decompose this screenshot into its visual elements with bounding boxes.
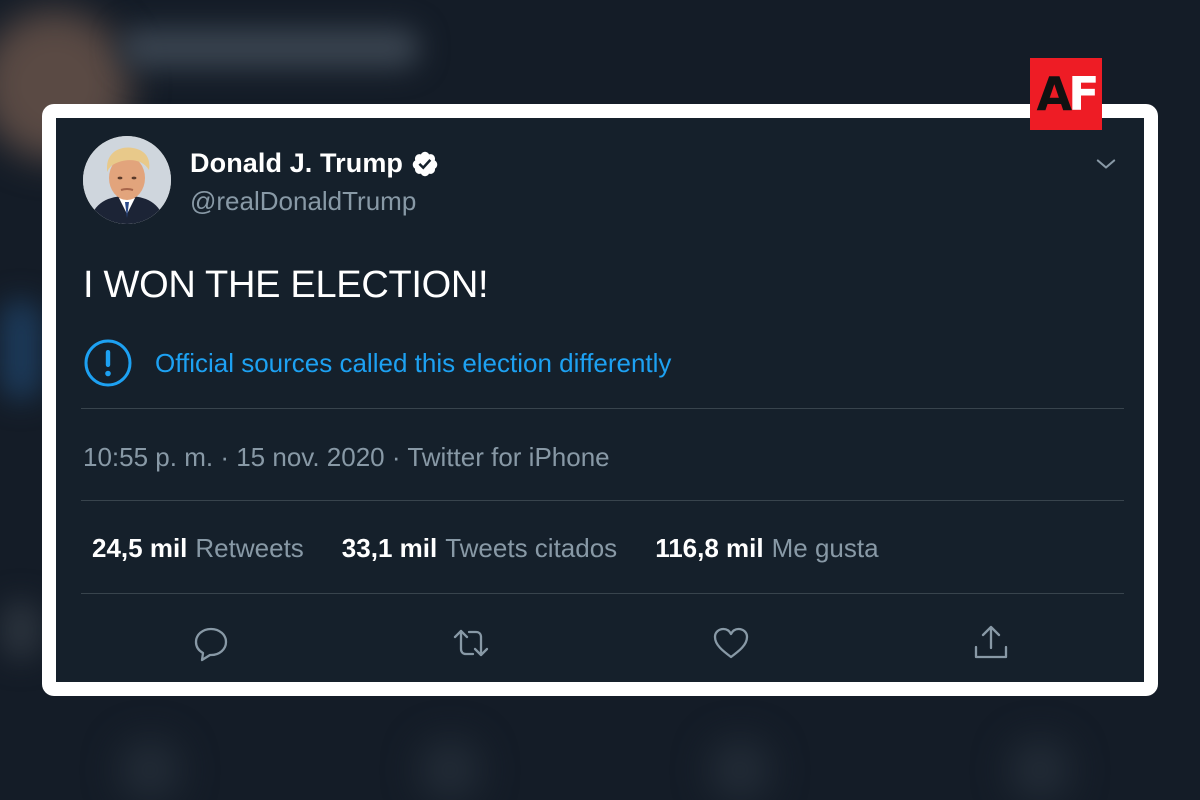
logo-letter-f: F: [1068, 67, 1100, 121]
like-button[interactable]: [711, 623, 751, 663]
election-notice[interactable]: Official sources called this election di…: [83, 338, 671, 388]
verified-badge-icon: [412, 151, 438, 176]
retweet-icon: [453, 629, 489, 657]
tweet-stats: 24,5 mil Retweets 33,1 mil Tweets citado…: [92, 533, 879, 564]
share-button[interactable]: [971, 623, 1011, 663]
logo-letter-a: A: [1036, 67, 1072, 121]
notice-text[interactable]: Official sources called this election di…: [155, 348, 671, 379]
stat-label: Retweets: [195, 533, 304, 563]
divider: [81, 500, 1124, 501]
af-logo: A F: [1030, 58, 1102, 130]
separator: ·: [391, 442, 401, 472]
retweet-button[interactable]: [451, 623, 491, 663]
tweet-card: Donald J. Trump @realDonaldTrump I WON T…: [56, 118, 1144, 682]
stat-count: 33,1 mil: [341, 533, 438, 563]
stat-count: 116,8 mil: [655, 533, 764, 563]
separator: ·: [220, 442, 229, 472]
stat-label: Tweets citados: [445, 533, 618, 563]
tweet-time[interactable]: 10:55 p. m.: [83, 442, 213, 472]
handle[interactable]: @realDonaldTrump: [190, 186, 416, 217]
avatar[interactable]: [83, 136, 171, 224]
tweet-frame: Donald J. Trump @realDonaldTrump I WON T…: [42, 104, 1158, 696]
stat-retweets[interactable]: 24,5 mil Retweets: [92, 533, 304, 564]
exclamation-circle-icon: [84, 339, 132, 387]
stat-quote-tweets[interactable]: 33,1 mil Tweets citados: [342, 533, 617, 564]
chevron-down-icon[interactable]: [1092, 150, 1120, 178]
share-icon: [974, 625, 1008, 659]
reply-icon: [194, 627, 228, 662]
reply-button[interactable]: [191, 623, 231, 663]
stat-label: Me gusta: [771, 533, 879, 563]
heart-icon: [713, 627, 749, 659]
tweet-meta: 10:55 p. m. · 15 nov. 2020 · Twitter for…: [83, 442, 610, 473]
tweet-source[interactable]: Twitter for iPhone: [407, 442, 609, 472]
divider: [81, 593, 1124, 594]
divider: [81, 408, 1124, 409]
stat-likes[interactable]: 116,8 mil Me gusta: [655, 533, 878, 564]
tweet-text: I WON THE ELECTION!: [83, 264, 489, 306]
stat-count: 24,5 mil: [92, 533, 188, 563]
tweet-date[interactable]: 15 nov. 2020: [236, 442, 384, 472]
display-name[interactable]: Donald J. Trump: [190, 148, 403, 179]
